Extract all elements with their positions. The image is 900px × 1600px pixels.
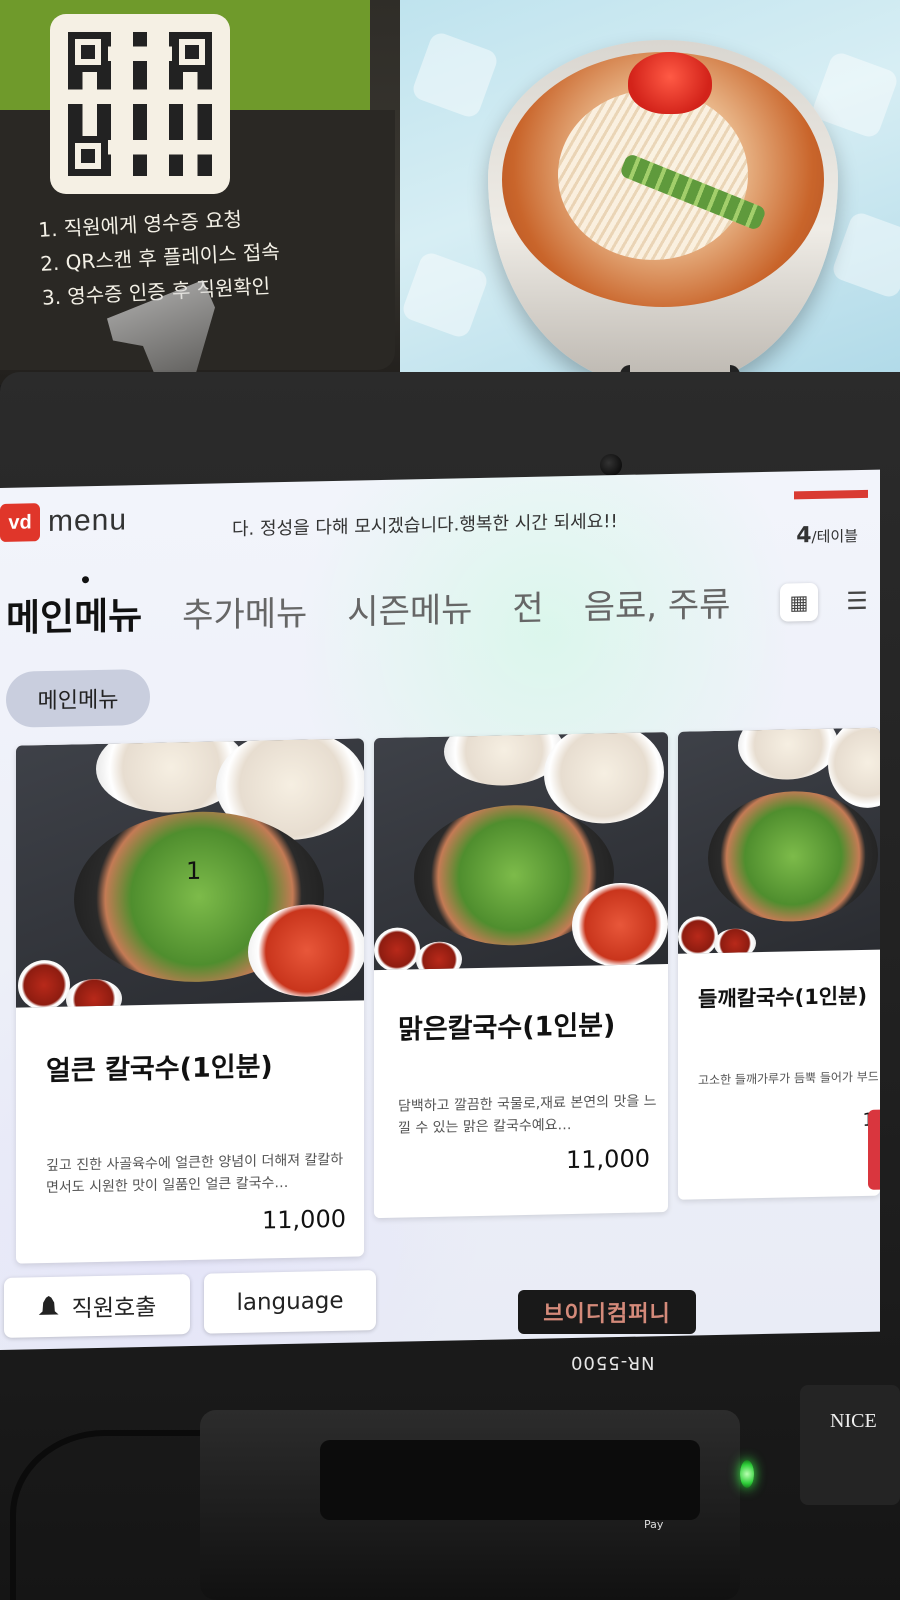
device-brand: 브이디컴퍼니 — [518, 1290, 696, 1334]
menu-card-body: 맑은칼국수(1인분) 담백하고 깔끔한 국물로,재료 본연의 맛을 느낄 수 있… — [374, 964, 668, 1174]
bell-icon — [38, 1296, 60, 1318]
table-number: 4 — [796, 523, 812, 549]
header-accent-strip — [794, 489, 868, 500]
noodle-bowl — [488, 40, 838, 385]
power-cable — [10, 1430, 200, 1600]
ice-cube — [400, 250, 490, 340]
grid-icon: ▦ — [789, 590, 809, 615]
menu-item-photo — [678, 727, 880, 954]
camera-lens — [600, 454, 622, 476]
tab-jeon[interactable]: 전 — [512, 581, 543, 631]
menu-item-description: 깊고 진한 사골육수에 얼큰한 양념이 더해져 칼칼하면서도 시원한 맛이 일품… — [46, 1151, 344, 1197]
language-button[interactable]: language — [204, 1270, 376, 1334]
tab-main-menu[interactable]: 메인메뉴 — [6, 585, 142, 642]
menu-item-photo — [374, 732, 668, 971]
cart-side-tab[interactable] — [868, 1109, 880, 1190]
menu-card-body: 들깨칼국수(1인분) 고소한 들깨가루가 듬뿍 들어가 부드러운 풍미를 자랑하… — [678, 950, 880, 1131]
logo-text: menu — [48, 503, 128, 538]
sauce-dish — [18, 959, 70, 1008]
grid-view-button[interactable]: ▦ — [780, 582, 818, 622]
menu-item-description: 고소한 들깨가루가 듬뿍 들어가 부드러운 풍미를 자랑하는 들깨칼국수예요 — [698, 1068, 878, 1088]
app-logo: vd menu — [0, 501, 127, 542]
qr-corner — [68, 32, 108, 72]
menu-item-name: 들깨칼국수(1인분) — [698, 983, 868, 1012]
kimchi-plate — [248, 903, 364, 998]
welcome-marquee: 다. 정성을 다해 모시겠습니다.행복한 시간 되세요!! — [232, 511, 618, 541]
menu-card[interactable]: 1 얼큰 칼국수(1인분) 깊고 진한 사골육수에 얼큰한 양념이 더해져 칼칼… — [16, 738, 364, 1264]
table-suffix: /테이블 — [811, 527, 858, 547]
terminal-brand: NICE — [830, 1410, 877, 1432]
active-tab-dot — [82, 576, 89, 584]
sauce-dish — [374, 927, 420, 971]
cart-quantity: 1 — [186, 856, 202, 886]
hamburger-icon: ☰ — [846, 586, 868, 616]
tab-season-menu[interactable]: 시즌메뉴 — [347, 582, 472, 634]
pay-label: Pay — [644, 1518, 664, 1531]
menu-item-name: 맑은칼국수(1인분) — [398, 1010, 616, 1046]
kiosk-screen: vd menu 다. 정성을 다해 모시겠습니다.행복한 시간 되세요!! 4/… — [0, 469, 880, 1350]
noodle-plate — [544, 732, 664, 825]
card-slot-opening[interactable] — [320, 1440, 700, 1520]
qr-corner — [172, 32, 212, 72]
ice-cube — [410, 30, 500, 120]
qr-code — [50, 14, 230, 194]
tab-extra-menu[interactable]: 추가메뉴 — [182, 586, 307, 638]
table-indicator: 4/테이블 — [796, 522, 858, 548]
sauce-dish — [714, 928, 756, 954]
hotpot — [708, 789, 878, 924]
menu-item-name: 얼큰 칼국수(1인분) — [46, 1051, 273, 1088]
qr-review-stand: 1. 직원에게 영수증 요청 2. QR스캔 후 플레이스 접속 3. 영수증 … — [0, 0, 400, 385]
sauce-dish — [66, 978, 122, 1008]
qr-corner — [68, 136, 108, 176]
menu-item-photo: 1 — [16, 738, 364, 1008]
qr-pattern — [68, 32, 212, 176]
kimchi-plate — [572, 882, 668, 969]
logo-mark: vd — [0, 503, 40, 542]
noodle-plate — [828, 727, 880, 809]
call-staff-button[interactable]: 직원호출 — [4, 1274, 190, 1338]
bowl-tomato — [628, 52, 712, 114]
subcategory-chip[interactable]: 메인메뉴 — [6, 668, 150, 728]
hamburger-menu-button[interactable]: ☰ — [842, 582, 872, 621]
category-tabs: 메인메뉴 추가메뉴 시즌메뉴 전 음료, 주류 — [6, 573, 730, 642]
language-label: language — [236, 1287, 344, 1317]
ice-cube — [830, 210, 900, 300]
menu-card[interactable]: 맑은칼국수(1인분) 담백하고 깔끔한 국물로,재료 본연의 맛을 느낄 수 있… — [374, 732, 668, 1219]
tab-drinks[interactable]: 음료, 주류 — [584, 577, 731, 629]
side-plate — [738, 727, 838, 781]
menu-item-description: 담백하고 깔끔한 국물로,재료 본연의 맛을 느낄 수 있는 맑은 칼국수예요… — [398, 1093, 657, 1137]
menu-item-price: 11,000 — [566, 1144, 650, 1175]
call-staff-label: 직원호출 — [71, 1294, 157, 1323]
payment-terminal — [800, 1385, 900, 1505]
menu-card[interactable]: 들깨칼국수(1인분) 고소한 들깨가루가 듬뿍 들어가 부드러운 풍미를 자랑하… — [678, 727, 880, 1200]
menu-item-price: 11,000 — [262, 1204, 346, 1235]
sauce-dish — [678, 915, 718, 954]
status-led — [740, 1460, 754, 1488]
sauce-dish — [416, 941, 462, 971]
terminal-model: NR-5500 — [570, 1352, 655, 1373]
